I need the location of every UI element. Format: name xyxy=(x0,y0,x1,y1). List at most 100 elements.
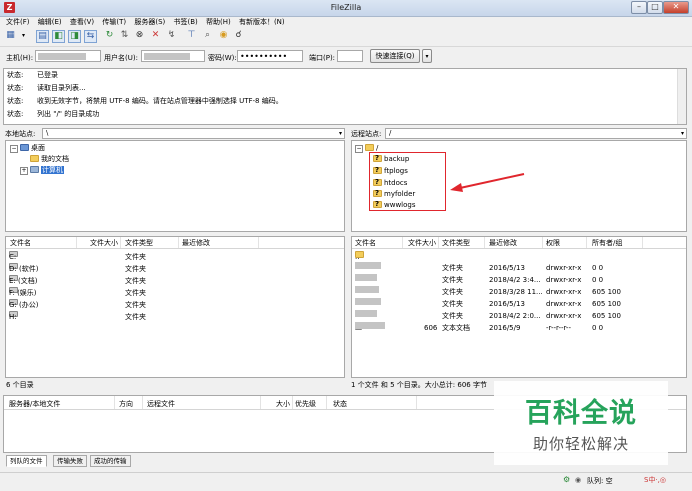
expand-icon[interactable]: + xyxy=(20,167,28,175)
password-input[interactable]: •••••••••• xyxy=(237,50,303,62)
column-direction[interactable]: 方向 xyxy=(119,399,133,409)
port-input[interactable] xyxy=(337,50,363,62)
column-filesize[interactable]: 文件大小 xyxy=(408,238,436,248)
minimize-button[interactable]: – xyxy=(631,1,647,14)
tab-queued-files[interactable]: 列队的文件 xyxy=(6,455,47,467)
list-item[interactable]: C: 文件夹 xyxy=(6,251,344,263)
status-bar: ⚙ ◉ 队列: 空 S中·,◎ xyxy=(0,472,692,491)
cancel-icon[interactable]: ⊗ xyxy=(134,30,145,41)
watermark-title: 百科全说 xyxy=(525,398,637,429)
remote-file-list: 文件名 文件大小 文件类型 最近修改 权限 所有者/组 .. 文件夹 2016/5… xyxy=(351,236,687,378)
list-item[interactable]: G: (办公) 文件夹 xyxy=(6,299,344,311)
list-item[interactable]: D: (软件) 文件夹 xyxy=(6,263,344,275)
host-input[interactable] xyxy=(35,50,101,62)
menu-view[interactable]: 查看(V) xyxy=(70,17,94,28)
column-modified[interactable]: 最近修改 xyxy=(489,238,517,248)
menu-help[interactable]: 帮助(H) xyxy=(206,17,231,28)
column-permissions[interactable]: 权限 xyxy=(546,238,560,248)
watermark-subtitle: 助你轻松解决 xyxy=(532,435,629,453)
log-line: 状态: 列出 "/" 的目录成功 xyxy=(7,110,100,118)
compare-icon[interactable]: ⌕ xyxy=(202,30,213,41)
remote-path-input[interactable]: / ▾ xyxy=(385,128,687,139)
quickconnect-button[interactable]: 快速连接(Q) xyxy=(370,49,420,63)
tree-item-ftplogs[interactable]: ftplogs xyxy=(373,165,408,176)
list-item[interactable]: 文件夹 2018/3/28 11... drwxr-xr-x 605 100 xyxy=(352,286,686,298)
column-filetype[interactable]: 文件类型 xyxy=(442,238,470,248)
disconnect-icon[interactable]: ✕ xyxy=(150,30,161,41)
list-item[interactable]: 文件夹 2018/4/2 2:0... drwxr-xr-x 605 100 xyxy=(352,310,686,322)
site-manager-icon[interactable]: ▦ xyxy=(5,30,16,41)
username-label: 用户名(U): xyxy=(104,54,138,62)
list-item[interactable]: 606 文本文档 2016/5/9 -r--r--r-- 0 0 xyxy=(352,322,686,334)
tab-failed-transfers[interactable]: 传输失败 xyxy=(53,455,87,467)
menu-new-version[interactable]: 有新版本！(N) xyxy=(239,17,285,28)
quickconnect-dropdown-button[interactable]: ▾ xyxy=(422,49,432,63)
queue-status: 队列: 空 xyxy=(587,477,613,485)
column-remote-file[interactable]: 远程文件 xyxy=(147,399,175,409)
tree-item-desktop[interactable]: − 桌面 xyxy=(10,143,45,153)
tree-item-wwwlogs[interactable]: wwwlogs xyxy=(373,199,416,210)
list-item[interactable]: 文件夹 2018/4/2 3:4... drwxr-xr-x 0 0 xyxy=(352,274,686,286)
log-line: 状态: 读取目录列表... xyxy=(7,84,86,92)
menu-bookmarks[interactable]: 书签(B) xyxy=(173,17,197,28)
menu-transfer[interactable]: 传输(T) xyxy=(102,17,126,28)
tree-item-htdocs[interactable]: htdocs xyxy=(373,177,407,188)
column-size[interactable]: 大小 xyxy=(276,399,290,409)
column-filesize[interactable]: 文件大小 xyxy=(90,238,118,248)
log-line: 状态: 收到无效字节，将禁用 UTF-8 编码。请在站点管理器中强制选择 UTF-… xyxy=(7,97,283,105)
column-priority[interactable]: 优先级 xyxy=(295,399,316,409)
search-icon[interactable]: ☌ xyxy=(233,30,244,41)
reconnect-icon[interactable]: ↯ xyxy=(166,30,177,41)
username-input[interactable] xyxy=(141,50,205,62)
chevron-down-icon[interactable]: ▾ xyxy=(681,129,684,138)
list-item[interactable]: 文件夹 2016/5/13 drwxr-xr-x 0 0 xyxy=(352,262,686,274)
toggle-local-tree-icon[interactable]: ◧ xyxy=(52,30,65,43)
site-manager-dropdown-icon[interactable]: ▾ xyxy=(18,30,29,41)
local-file-list: 文件名 文件大小 文件类型 最近修改 C: 文件夹 D: (软件) 文件夹 E: (… xyxy=(5,236,345,378)
password-label: 密码(W): xyxy=(208,54,237,62)
column-filename[interactable]: 文件名 xyxy=(355,238,376,248)
ime-icon: S中·,◎ xyxy=(644,476,667,484)
tab-successful-transfers[interactable]: 成功的传输 xyxy=(90,455,131,467)
menu-edit[interactable]: 编辑(E) xyxy=(38,17,62,28)
collapse-icon[interactable]: − xyxy=(355,145,363,153)
local-path-input[interactable]: \ ▾ xyxy=(42,128,345,139)
local-path-bar: 本地站点: \ ▾ xyxy=(5,128,345,139)
sync-browse-icon[interactable]: ◉ xyxy=(218,30,229,41)
filter-icon[interactable]: ⊤ xyxy=(186,30,197,41)
list-item[interactable]: 文件夹 2016/5/13 drwxr-xr-x 605 100 xyxy=(352,298,686,310)
column-filename[interactable]: 文件名 xyxy=(10,238,31,248)
column-status[interactable]: 状态 xyxy=(333,399,347,409)
local-status-text: 6 个目录 xyxy=(6,381,34,389)
maximize-button[interactable]: □ xyxy=(647,1,663,14)
remote-site-label: 远程站点: xyxy=(351,130,382,138)
tree-item-backup[interactable]: backup xyxy=(373,153,409,164)
column-filetype[interactable]: 文件类型 xyxy=(125,238,153,248)
desktop-icon xyxy=(20,144,29,151)
folder-icon xyxy=(365,144,374,151)
column-server-local-file[interactable]: 服务器/本地文件 xyxy=(9,399,60,409)
process-queue-icon[interactable]: ⇅ xyxy=(119,30,130,41)
collapse-icon[interactable]: − xyxy=(10,145,18,153)
toggle-queue-icon[interactable]: ⇆ xyxy=(84,30,97,43)
list-item[interactable]: F: (娱乐) 文件夹 xyxy=(6,287,344,299)
unknown-folder-icon xyxy=(373,199,382,209)
toggle-remote-tree-icon[interactable]: ◨ xyxy=(68,30,81,43)
remote-status-text: 1 个文件 和 5 个目录。大小总计: 606 字节 xyxy=(351,381,487,389)
list-item[interactable]: E: (文档) 文件夹 xyxy=(6,275,344,287)
menu-file[interactable]: 文件(F) xyxy=(6,17,30,28)
unknown-folder-icon xyxy=(373,153,382,163)
log-scrollbar[interactable] xyxy=(677,69,686,124)
tree-item-documents[interactable]: 我的文档 xyxy=(30,154,69,164)
chevron-down-icon[interactable]: ▾ xyxy=(339,129,342,138)
tree-item-myfolder[interactable]: myfolder xyxy=(373,188,415,199)
menu-server[interactable]: 服务器(S) xyxy=(134,17,165,28)
toggle-log-icon[interactable]: ▤ xyxy=(36,30,49,43)
list-item[interactable]: H: 文件夹 xyxy=(6,311,344,323)
refresh-icon[interactable]: ↻ xyxy=(104,30,115,41)
close-button[interactable]: ✕ xyxy=(663,1,689,14)
title-bar: Z FileZilla – □ ✕ xyxy=(0,0,692,17)
column-owner[interactable]: 所有者/组 xyxy=(592,238,622,248)
tree-item-computer[interactable]: + 计算机 xyxy=(20,165,64,175)
column-modified[interactable]: 最近修改 xyxy=(182,238,210,248)
